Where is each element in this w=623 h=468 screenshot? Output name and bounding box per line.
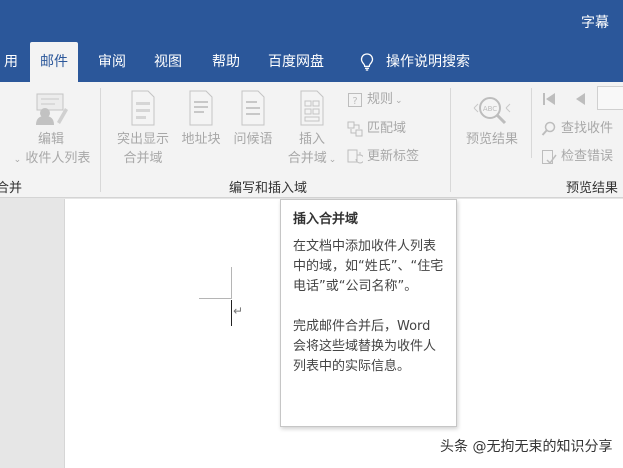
- tab-mailings[interactable]: 邮件: [30, 42, 78, 82]
- group-label-start-merge: 合并: [0, 181, 23, 196]
- title-bar: 字幕: [0, 0, 623, 42]
- insert-field-label-line1: 插入: [298, 132, 325, 147]
- insert-field-label-line2: 合并域 ⌄: [287, 151, 337, 166]
- tab-help[interactable]: 帮助: [202, 42, 250, 82]
- tooltip-description: 在文档中添加收件人列表中的域，如“姓氏”、“住宅电话”或“公司名称”。: [293, 239, 444, 294]
- match-fields-icon: [347, 121, 363, 136]
- margin-crop-mark: [231, 267, 232, 299]
- update-labels-button[interactable]: 更新标签: [347, 147, 419, 167]
- edit-recipient-list-button[interactable]: 编辑 ⌄ 收件人列表: [6, 92, 96, 170]
- update-labels-icon: [347, 149, 363, 163]
- rules-button[interactable]: ? 规则 ⌄: [347, 90, 403, 110]
- check-errors-button[interactable]: 检查错误: [541, 147, 613, 167]
- match-fields-button[interactable]: 匹配域: [347, 119, 406, 139]
- find-recipient-icon: [541, 121, 556, 136]
- group-label-write-insert-fields: 编写和插入域: [229, 181, 308, 196]
- dropdown-caret-icon: ⌄: [395, 96, 403, 106]
- greeting-line-label: 问候语: [233, 132, 273, 147]
- window-title: 字幕: [581, 15, 609, 31]
- edit-recipients-label-line2: ⌄ 收件人列表: [13, 151, 91, 166]
- preview-results-label: 预览结果: [465, 132, 518, 147]
- dropdown-caret-icon: ⌄: [328, 155, 337, 165]
- tooltip-description-2: 完成邮件合并后，Word 会将这些域替换为收件人列表中的实际信息。: [293, 319, 437, 374]
- highlight-label-line2: 合并域: [123, 151, 163, 166]
- insert-merge-field-icon: [300, 90, 324, 126]
- text-cursor: [231, 300, 232, 326]
- first-record-icon: [543, 92, 555, 105]
- tab-baidu-netdisk[interactable]: 百度网盘: [258, 42, 334, 82]
- highlight-fields-icon: [131, 90, 155, 126]
- tell-me-search[interactable]: 操作说明搜索: [350, 42, 480, 82]
- margin-crop-mark: [199, 298, 232, 299]
- address-block-icon: [189, 90, 213, 126]
- address-block-label: 地址块: [181, 132, 221, 147]
- record-number-input[interactable]: [597, 86, 623, 110]
- preview-results-icon: ABC: [473, 97, 511, 125]
- first-record-button[interactable]: [541, 89, 561, 109]
- group-separator: [450, 88, 451, 192]
- dropdown-caret-icon: ⌄: [13, 155, 22, 165]
- tab-review[interactable]: 审阅: [88, 42, 136, 82]
- highlight-merge-fields-button[interactable]: 突出显示 合并域: [108, 90, 178, 168]
- lightbulb-icon: [360, 53, 374, 71]
- highlight-label-line1: 突出显示: [116, 132, 169, 147]
- greeting-line-button[interactable]: 问候语: [229, 90, 277, 149]
- insert-merge-field-tooltip: 插入合并域 在文档中添加收件人列表中的域，如“姓氏”、“住宅电话”或“公司名称”…: [280, 199, 457, 427]
- tell-me-label: 操作说明搜索: [386, 54, 470, 70]
- tooltip-title: 插入合并域: [293, 212, 359, 227]
- svg-text:ABC: ABC: [483, 105, 497, 113]
- insert-merge-field-button[interactable]: 插入 合并域 ⌄: [280, 90, 344, 170]
- edit-recipients-label-line1: 编辑: [37, 132, 64, 147]
- greeting-line-icon: [241, 90, 265, 126]
- address-block-button[interactable]: 地址块: [177, 90, 225, 149]
- find-recipient-button[interactable]: 查找收件: [541, 119, 613, 139]
- rules-icon: ?: [348, 92, 362, 107]
- edit-recipients-icon: [36, 93, 68, 125]
- group-label-preview-results: 预览结果: [566, 181, 619, 196]
- tab-partial-left[interactable]: 用: [0, 42, 28, 82]
- previous-record-icon: [576, 92, 585, 105]
- paragraph-mark-icon: ↵: [233, 304, 244, 318]
- ribbon: 编辑 ⌄ 收件人列表 合并 突出显示 合并域 地址块 问候语 插入 合并域 ⌄ …: [0, 82, 623, 198]
- previous-record-button[interactable]: [573, 89, 591, 109]
- tab-view[interactable]: 视图: [144, 42, 192, 82]
- group-separator: [100, 88, 101, 192]
- ribbon-tabs: 用 邮件 审阅 视图 帮助 百度网盘 操作说明搜索: [0, 42, 623, 82]
- svg-text:?: ?: [352, 96, 357, 107]
- button-separator: [531, 88, 532, 158]
- watermark-text: 头条 @无拘无束的知识分享: [440, 439, 613, 455]
- check-errors-icon: [542, 149, 557, 164]
- preview-results-button[interactable]: ABC 预览结果: [457, 94, 527, 149]
